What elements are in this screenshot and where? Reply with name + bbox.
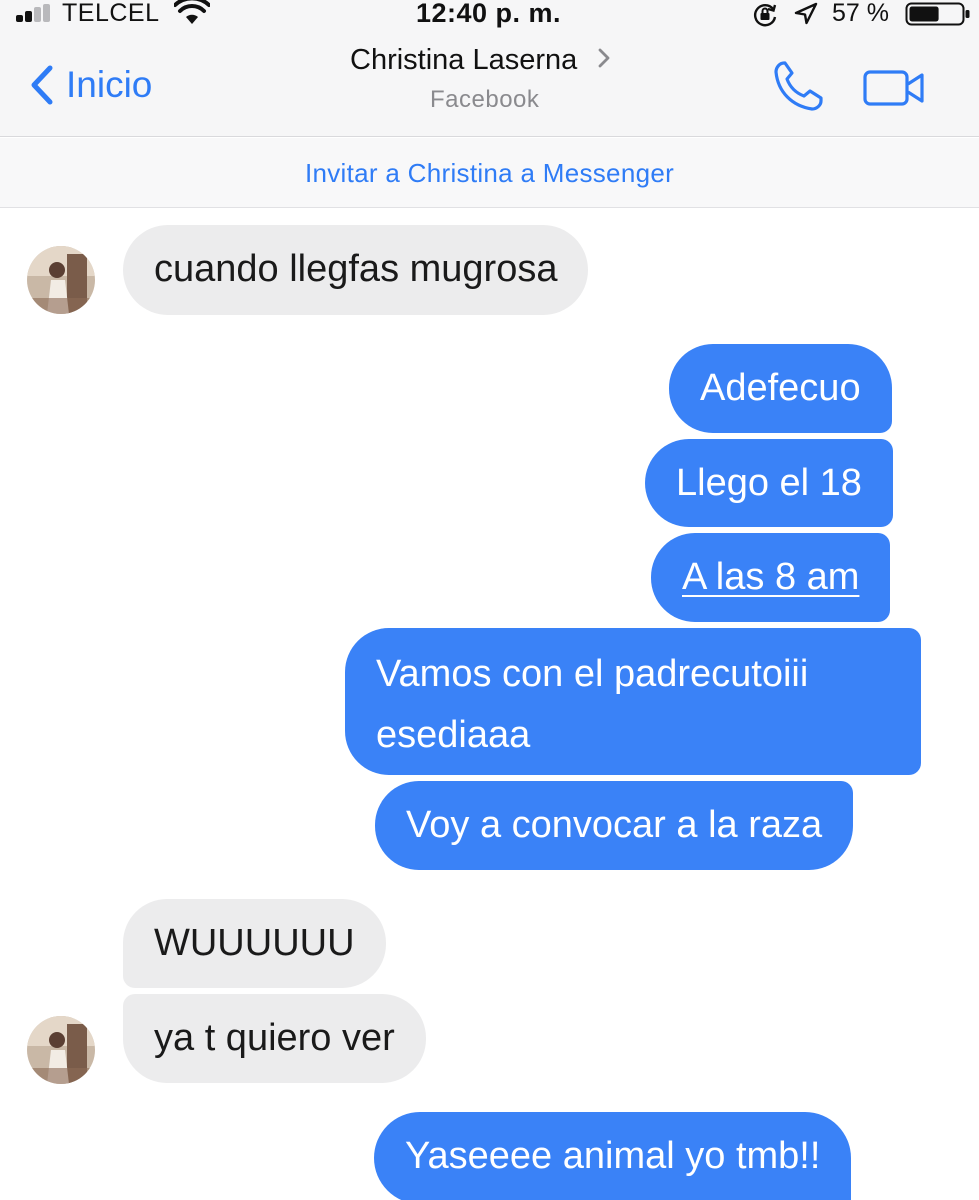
message-bubble-outgoing[interactable]: Llego el 18 xyxy=(645,439,893,527)
phone-call-icon[interactable] xyxy=(770,58,828,114)
message-bubble-incoming[interactable]: cuando llegfas mugrosa xyxy=(123,225,589,315)
carrier-label: TELCEL xyxy=(62,0,160,27)
contact-avatar-image xyxy=(27,1016,95,1084)
battery-icon xyxy=(905,2,970,26)
chevron-right-icon xyxy=(598,48,610,68)
message-bubble-incoming[interactable]: ya t quiero ver xyxy=(123,994,426,1083)
message-bubble-outgoing[interactable]: Adefecuo xyxy=(669,344,892,433)
invite-to-messenger-link[interactable]: Invitar a Christina a Messenger xyxy=(0,138,979,208)
status-time: 12:40 p. m. xyxy=(416,0,562,28)
message-bubble-outgoing[interactable]: Vamos con el padrecutoiii esediaaa xyxy=(345,628,921,775)
location-arrow-icon xyxy=(794,2,818,25)
video-call-icon[interactable] xyxy=(862,68,926,108)
rotation-lock-icon xyxy=(754,4,777,27)
contact-avatar[interactable] xyxy=(27,1016,95,1084)
message-bubble-incoming[interactable]: WUUUUUU xyxy=(123,899,386,988)
back-button[interactable]: Inicio xyxy=(26,60,152,110)
back-label: Inicio xyxy=(66,64,153,105)
battery-percent: 57 % xyxy=(832,0,889,27)
message-bubble-outgoing-link[interactable]: A las 8 am xyxy=(651,533,891,622)
message-bubble-outgoing[interactable]: Voy a convocar a la raza xyxy=(375,781,854,870)
contact-avatar[interactable] xyxy=(27,246,95,314)
cell-signal-icon xyxy=(16,4,54,22)
chevron-left-icon xyxy=(31,65,53,105)
contact-avatar-image xyxy=(27,246,95,314)
contact-name: Christina Laserna xyxy=(350,44,578,76)
conversation-title[interactable]: Christina Laserna Facebook xyxy=(350,44,640,113)
status-bar: TELCEL 12:40 p. m. 57 % xyxy=(0,0,979,30)
top-bar: TELCEL 12:40 p. m. 57 % Inicio Christina… xyxy=(0,0,979,137)
navigation-bar: Inicio Christina Laserna Facebook xyxy=(0,30,979,137)
message-link-text[interactable]: A las 8 am xyxy=(682,556,859,598)
message-bubble-outgoing[interactable]: Yaseeee animal yo tmb!! xyxy=(374,1112,852,1200)
contact-source: Facebook xyxy=(430,86,540,113)
messenger-screen: TELCEL 12:40 p. m. 57 % Inicio Christina… xyxy=(0,0,979,1200)
wifi-icon xyxy=(174,0,210,24)
